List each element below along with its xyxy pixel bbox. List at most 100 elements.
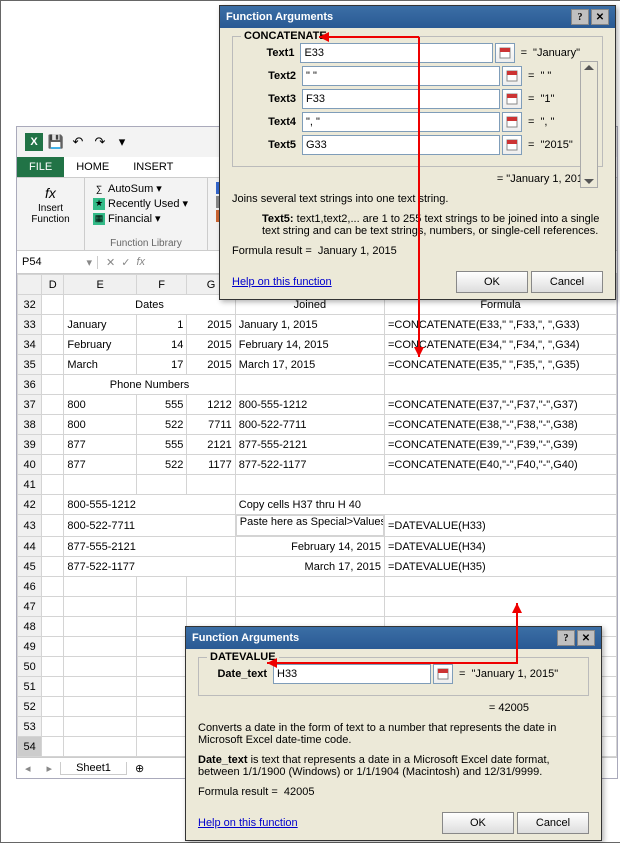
row-header[interactable]: 39 [18, 435, 42, 455]
row-header[interactable]: 53 [18, 717, 42, 737]
tab-insert[interactable]: INSERT [121, 157, 185, 177]
cell[interactable]: 2015 [187, 335, 235, 355]
tab-home[interactable]: HOME [64, 157, 121, 177]
row-header[interactable]: 35 [18, 355, 42, 375]
cell[interactable]: 2121 [187, 435, 235, 455]
financial-button[interactable]: ▦Financial ▾ [91, 211, 201, 226]
cell[interactable]: 2015 [187, 355, 235, 375]
arg-input[interactable] [302, 66, 500, 86]
arg-input[interactable] [300, 43, 493, 63]
cell[interactable]: 800 [64, 395, 137, 415]
range-selector-icon[interactable] [502, 66, 522, 86]
cell[interactable]: =CONCATENATE(E35," ",F35,", ",G35) [384, 355, 616, 375]
row-header[interactable]: 50 [18, 657, 42, 677]
close-button[interactable]: ✕ [591, 9, 609, 25]
cell[interactable]: Paste here as Special>Values42005 [236, 515, 384, 536]
row-header[interactable]: 42 [18, 495, 42, 515]
fx-icon[interactable]: fx [136, 256, 145, 269]
row-header[interactable]: 34 [18, 335, 42, 355]
arg-input[interactable] [302, 135, 500, 155]
row-header[interactable]: 54 [18, 737, 42, 757]
row-header[interactable]: 33 [18, 315, 42, 335]
range-selector-icon[interactable] [433, 664, 453, 684]
cell[interactable]: January [64, 315, 137, 335]
row-header[interactable]: 49 [18, 637, 42, 657]
row-header[interactable]: 51 [18, 677, 42, 697]
help-button[interactable]: ? [571, 9, 589, 25]
cell[interactable]: 877-555-2121 [235, 435, 384, 455]
cell[interactable]: Dates [64, 295, 235, 315]
cell[interactable]: 555 [136, 395, 186, 415]
arg-input[interactable] [273, 664, 431, 684]
cell[interactable]: 2015 [187, 315, 235, 335]
cell[interactable]: February 14, 2015 [235, 335, 384, 355]
save-button[interactable]: 💾 [47, 133, 65, 151]
row-header[interactable]: 46 [18, 577, 42, 597]
cell[interactable]: 800-522-7711 [64, 515, 235, 537]
autosum-button[interactable]: ∑AutoSum ▾ [91, 181, 201, 196]
cell[interactable]: =DATEVALUE(H33) [384, 515, 616, 537]
formula-cancel-icon[interactable]: ✕ [106, 256, 115, 269]
dialog-titlebar[interactable]: Function Arguments ? ✕ [186, 627, 601, 649]
row-header[interactable]: 38 [18, 415, 42, 435]
cell[interactable]: 800-522-7711 [235, 415, 384, 435]
undo-button[interactable]: ↶ [69, 133, 87, 151]
arg-input[interactable] [302, 112, 500, 132]
cell[interactable]: February 14, 2015 [235, 537, 384, 557]
cell[interactable]: =CONCATENATE(E40,"-",F40,"-",G40) [384, 455, 616, 475]
row-header[interactable]: 47 [18, 597, 42, 617]
cell[interactable]: 800-555-1212 [235, 395, 384, 415]
range-selector-icon[interactable] [495, 43, 515, 63]
customize-qat-icon[interactable]: ▾ [113, 133, 131, 151]
range-selector-icon[interactable] [502, 135, 522, 155]
cell[interactable]: January 1, 2015 [235, 315, 384, 335]
name-box[interactable]: P54▾ [17, 256, 98, 269]
redo-button[interactable]: ↷ [91, 133, 109, 151]
cell[interactable]: 1 [136, 315, 186, 335]
cell[interactable]: 800 [64, 415, 137, 435]
range-selector-icon[interactable] [502, 89, 522, 109]
cell[interactable]: 555 [136, 435, 186, 455]
col-header[interactable]: F [136, 275, 186, 295]
row-header[interactable]: 36 [18, 375, 42, 395]
dialog-titlebar[interactable]: Function Arguments ? ✕ [220, 6, 615, 28]
cell[interactable]: =CONCATENATE(E38,"-",F38,"-",G38) [384, 415, 616, 435]
col-header[interactable]: E [64, 275, 137, 295]
row-header[interactable]: 41 [18, 475, 42, 495]
cell[interactable]: 1212 [187, 395, 235, 415]
formula-enter-icon[interactable]: ✓ [121, 256, 130, 269]
arg-input[interactable] [302, 89, 500, 109]
cell[interactable]: =DATEVALUE(H35) [384, 557, 616, 577]
chevron-down-icon[interactable]: ▾ [86, 256, 92, 269]
help-link[interactable]: Help on this function [198, 817, 298, 829]
cancel-button[interactable]: Cancel [531, 271, 603, 293]
insert-function-button[interactable]: InsertFunction [23, 203, 78, 225]
tab-file[interactable]: FILE [17, 157, 64, 177]
row-header[interactable]: 45 [18, 557, 42, 577]
cell[interactable]: 1177 [187, 455, 235, 475]
row-header[interactable]: 32 [18, 295, 42, 315]
cell[interactable]: =DATEVALUE(H34) [384, 537, 616, 557]
col-header[interactable]: D [42, 275, 64, 295]
args-scrollbar[interactable] [580, 61, 598, 188]
cell[interactable]: 877 [64, 455, 137, 475]
cell[interactable]: March 17, 2015 [235, 557, 384, 577]
cell[interactable]: 877 [64, 435, 137, 455]
cell[interactable]: =CONCATENATE(E39,"-",F39,"-",G39) [384, 435, 616, 455]
add-sheet-button[interactable]: ⊕ [127, 762, 152, 775]
close-button[interactable]: ✕ [577, 630, 595, 646]
cell[interactable]: =CONCATENATE(E37,"-",F37,"-",G37) [384, 395, 616, 415]
cell[interactable]: March 17, 2015 [235, 355, 384, 375]
row-header[interactable]: 43 [18, 515, 42, 537]
help-button[interactable]: ? [557, 630, 575, 646]
cell[interactable]: 877-555-2121 [64, 537, 235, 557]
cell[interactable]: 17 [136, 355, 186, 375]
cell[interactable]: Copy cells H37 thru H 40 [235, 495, 616, 515]
row-header[interactable]: 48 [18, 617, 42, 637]
cell[interactable]: 800-555-1212 [64, 495, 235, 515]
range-selector-icon[interactable] [502, 112, 522, 132]
cell[interactable]: 14 [136, 335, 186, 355]
row-header[interactable]: 52 [18, 697, 42, 717]
recently-used-button[interactable]: ★Recently Used ▾ [91, 196, 201, 211]
cell[interactable]: 7711 [187, 415, 235, 435]
